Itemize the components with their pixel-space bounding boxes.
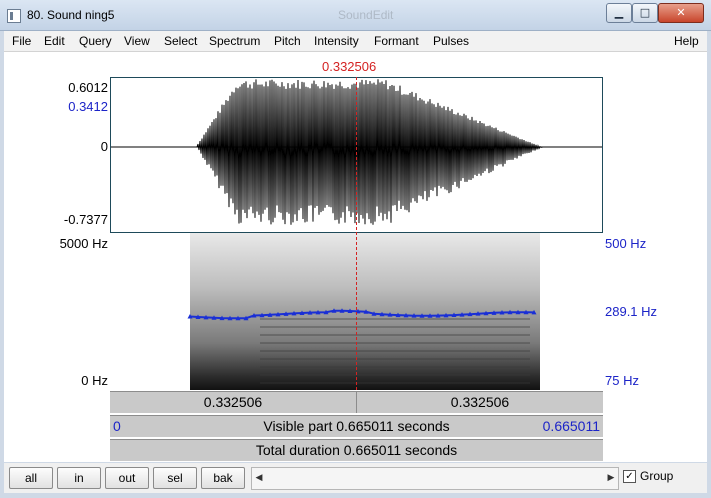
menu-edit[interactable]: Edit [44, 34, 65, 48]
scroll-left-icon[interactable]: ◀ [252, 468, 266, 489]
right-segment-button[interactable]: 0.332506 [357, 392, 603, 413]
pitch-cursor-value: 289.1 Hz [605, 304, 658, 319]
waveform-y-zero: 0 [100, 139, 108, 154]
group-checkbox[interactable]: ✓ Group [623, 469, 674, 484]
sound-editor-area: 0.332506 0.6012 0.3412 0 -0.7377 5000 Hz… [4, 52, 707, 462]
menu-bar: File Edit Query View Select Spectrum Pit… [4, 31, 707, 52]
visible-end-time: 0.665011 [542, 418, 600, 434]
visible-part-bar[interactable]: 0 Visible part 0.665011 seconds 0.665011 [110, 415, 603, 437]
zoom-selection-button[interactable]: sel [153, 467, 197, 489]
minimize-button[interactable]: ▁ [606, 3, 632, 23]
menu-view[interactable]: View [124, 34, 150, 48]
menu-formant[interactable]: Formant [374, 34, 419, 48]
close-button[interactable]: ✕ [658, 3, 704, 23]
menu-help[interactable]: Help [674, 34, 699, 48]
total-duration-label: Total duration 0.665011 seconds [255, 442, 458, 458]
waveform-y-min: -0.7377 [63, 212, 108, 227]
title-bar: 80. Sound ning5 SoundEdit ▁ □ ✕ [0, 0, 711, 31]
menu-pitch[interactable]: Pitch [274, 34, 301, 48]
window-title: 80. Sound ning5 [27, 8, 115, 22]
visible-part-label: Visible part 0.665011 seconds [263, 418, 450, 434]
menu-select[interactable]: Select [164, 34, 197, 48]
app-icon [7, 9, 21, 23]
pitch-axis-bottom: 75 Hz [605, 373, 639, 388]
selection-segment-bar: 0.332506 0.332506 [110, 391, 603, 413]
scroll-right-icon[interactable]: ▶ [604, 468, 618, 489]
cursor-line [356, 77, 357, 390]
zoom-out-button[interactable]: out [105, 467, 149, 489]
zoom-in-button[interactable]: in [57, 467, 101, 489]
zoom-back-button[interactable]: bak [201, 467, 245, 489]
spectrogram-freq-bottom: 0 Hz [81, 373, 108, 388]
waveform-y-max: 0.6012 [68, 80, 108, 95]
pitch-axis-top: 500 Hz [605, 236, 647, 251]
menu-file[interactable]: File [12, 34, 31, 48]
waveform-y-cursor-value: 0.3412 [68, 99, 108, 114]
spectrogram-freq-top: 5000 Hz [59, 236, 108, 251]
left-segment-button[interactable]: 0.332506 [110, 392, 356, 413]
horizontal-scrollbar[interactable]: ◀ ▶ [251, 467, 619, 490]
maximize-button[interactable]: □ [632, 3, 658, 23]
background-window-title: SoundEdit [338, 8, 394, 22]
bottom-toolbar: all in out sel bak ◀ ▶ ✓ Group [4, 463, 707, 493]
menu-pulses[interactable]: Pulses [433, 34, 469, 48]
total-duration-bar[interactable]: Total duration 0.665011 seconds [110, 439, 603, 461]
menu-intensity[interactable]: Intensity [314, 34, 359, 48]
group-label: Group [640, 469, 674, 483]
menu-spectrum[interactable]: Spectrum [209, 34, 260, 48]
cursor-time-label: 0.332506 [322, 59, 377, 74]
menu-query[interactable]: Query [79, 34, 112, 48]
group-check-icon[interactable]: ✓ [623, 470, 636, 484]
zoom-all-button[interactable]: all [9, 467, 53, 489]
